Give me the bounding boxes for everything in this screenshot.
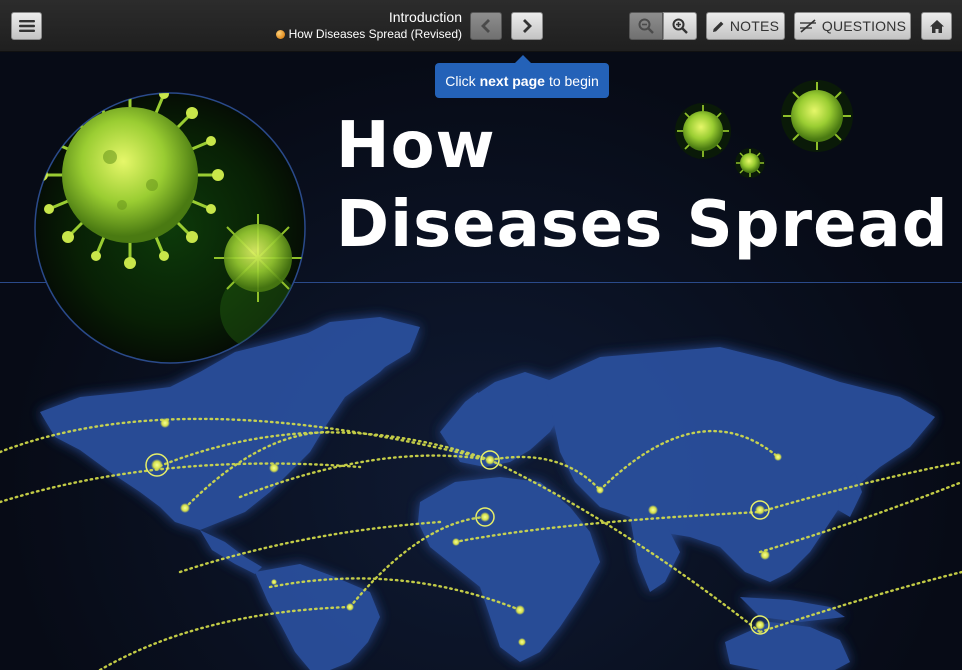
menu-button[interactable] — [11, 12, 42, 40]
tooltip-suffix: to begin — [548, 72, 599, 89]
central-america-landmass — [200, 530, 262, 574]
section-title: Introduction — [388, 9, 462, 25]
top-toolbar: Introduction How Diseases Spread (Revise… — [0, 0, 962, 52]
lesson-icon — [275, 29, 285, 39]
zoom-out-icon — [638, 18, 654, 34]
next-page-hint-tooltip: Click next page to begin — [435, 55, 609, 98]
asia-landmass — [545, 347, 935, 582]
notes-label: NOTES — [729, 18, 780, 34]
slide-title-line-1: How — [336, 109, 496, 183]
australia-landmass — [725, 622, 850, 670]
pencil-icon — [712, 21, 724, 32]
home-button[interactable] — [921, 12, 952, 40]
questions-button[interactable]: QUESTIONS — [794, 12, 911, 40]
slide-title-line-2: Diseases Spread — [336, 188, 949, 262]
questions-label: QUESTIONS — [821, 18, 907, 34]
questions-icon — [799, 19, 816, 33]
zoom-in-icon — [672, 18, 688, 34]
hamburger-menu-icon — [18, 20, 35, 32]
chevron-left-icon — [481, 19, 490, 33]
chevron-right-icon — [523, 19, 532, 33]
next-page-button[interactable] — [511, 12, 543, 40]
tooltip-prefix: Click — [445, 72, 476, 89]
notes-button[interactable]: NOTES — [706, 12, 785, 40]
home-icon — [929, 19, 944, 33]
previous-page-button[interactable] — [470, 12, 502, 40]
lesson-breadcrumb[interactable]: How Diseases Spread (Revised) — [275, 27, 462, 41]
tooltip-bold-text: next page — [479, 72, 545, 89]
lesson-title: How Diseases Spread (Revised) — [288, 27, 462, 41]
zoom-in-button[interactable] — [663, 12, 697, 40]
zoom-out-button[interactable] — [629, 12, 663, 40]
